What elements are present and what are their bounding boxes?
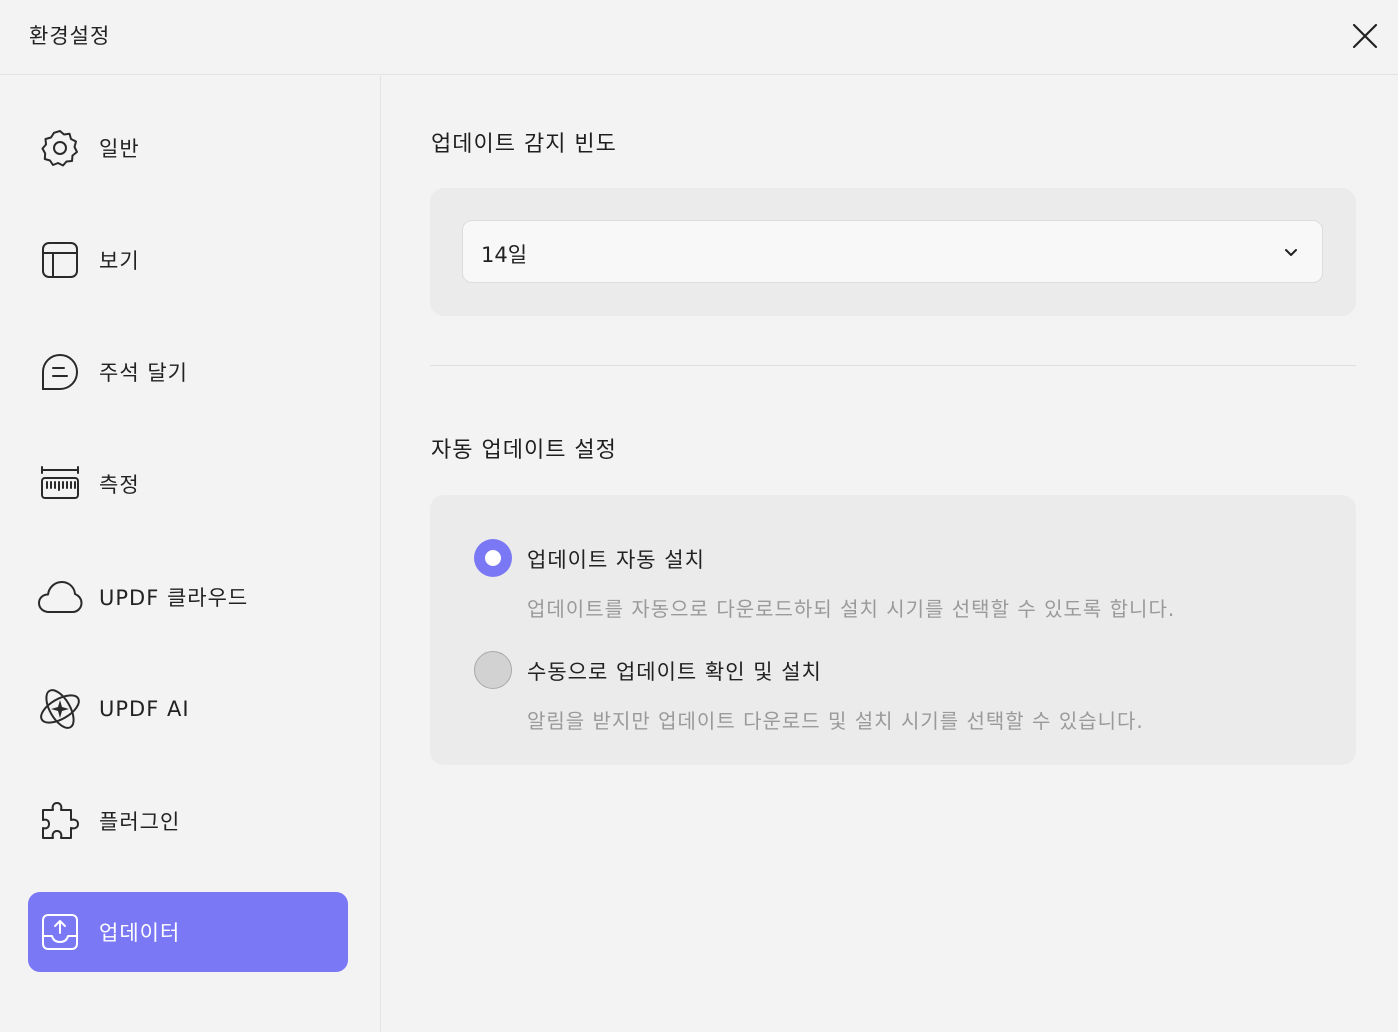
- puzzle-icon: [36, 797, 84, 845]
- sidebar-item-label: 보기: [99, 249, 140, 273]
- close-icon: [1352, 23, 1378, 49]
- sidebar-item-view[interactable]: 보기: [28, 220, 348, 300]
- auto-update-section-title: 자동 업데이트 설정: [431, 438, 617, 463]
- section-divider: [430, 365, 1356, 366]
- sidebar-item-updater[interactable]: 업데이터: [28, 892, 348, 972]
- frequency-select-value: 14일: [481, 243, 528, 267]
- upload-tray-icon: [36, 908, 84, 956]
- sidebar-item-comment[interactable]: 주석 달기: [28, 332, 348, 412]
- frequency-section-title: 업데이트 감지 빈도: [431, 132, 617, 157]
- sidebar-item-label: 일반: [99, 137, 140, 161]
- cloud-icon: [36, 573, 84, 621]
- sidebar: 일반 보기 주석 달기 측정 UPDF 클라우드 UPDF AI 플러그인 업데…: [0, 76, 381, 1032]
- window-title: 환경설정: [29, 24, 111, 48]
- ai-icon: [36, 685, 84, 733]
- sidebar-item-plugin[interactable]: 플러그인: [28, 781, 348, 861]
- sidebar-item-cloud[interactable]: UPDF 클라우드: [28, 557, 348, 637]
- sidebar-item-label: 플러그인: [99, 810, 181, 834]
- frequency-select[interactable]: 14일: [462, 220, 1323, 283]
- title-bar: 환경설정: [0, 0, 1398, 75]
- ruler-icon: [36, 460, 84, 508]
- auto-install-radio[interactable]: [474, 539, 512, 577]
- layout-icon: [36, 236, 84, 284]
- sidebar-item-label: 측정: [99, 473, 140, 497]
- comment-icon: [36, 348, 84, 396]
- close-button[interactable]: [1348, 19, 1382, 53]
- manual-install-description: 알림을 받지만 업데이트 다운로드 및 설치 시기를 선택할 수 있습니다.: [527, 709, 1144, 733]
- main-panel: 업데이트 감지 빈도 14일 자동 업데이트 설정 업데이트 자동 설치 업데이…: [382, 76, 1398, 1032]
- manual-install-radio[interactable]: [474, 651, 512, 689]
- sidebar-item-ai[interactable]: UPDF AI: [28, 669, 348, 749]
- preferences-window: 환경설정 일반 보기 주석 달기 측정 UPDF 클라우드 UPDF AI 플러…: [0, 0, 1398, 1032]
- auto-update-card: 업데이트 자동 설치 업데이트를 자동으로 다운로드하되 설치 시기를 선택할 …: [430, 495, 1356, 765]
- auto-install-description: 업데이트를 자동으로 다운로드하되 설치 시기를 선택할 수 있도록 합니다.: [527, 597, 1176, 621]
- chevron-down-icon: [1285, 249, 1297, 256]
- gear-icon: [36, 124, 84, 172]
- sidebar-item-label: UPDF AI: [99, 697, 190, 721]
- auto-install-label[interactable]: 업데이트 자동 설치: [527, 544, 705, 574]
- sidebar-item-label: UPDF 클라우드: [99, 586, 249, 610]
- sidebar-item-label: 업데이터: [99, 921, 181, 945]
- sidebar-item-measure[interactable]: 측정: [28, 444, 348, 524]
- frequency-card: 14일: [430, 188, 1356, 316]
- sidebar-item-label: 주석 달기: [99, 361, 188, 385]
- sidebar-item-general[interactable]: 일반: [28, 108, 348, 188]
- manual-install-label[interactable]: 수동으로 업데이트 확인 및 설치: [527, 656, 822, 686]
